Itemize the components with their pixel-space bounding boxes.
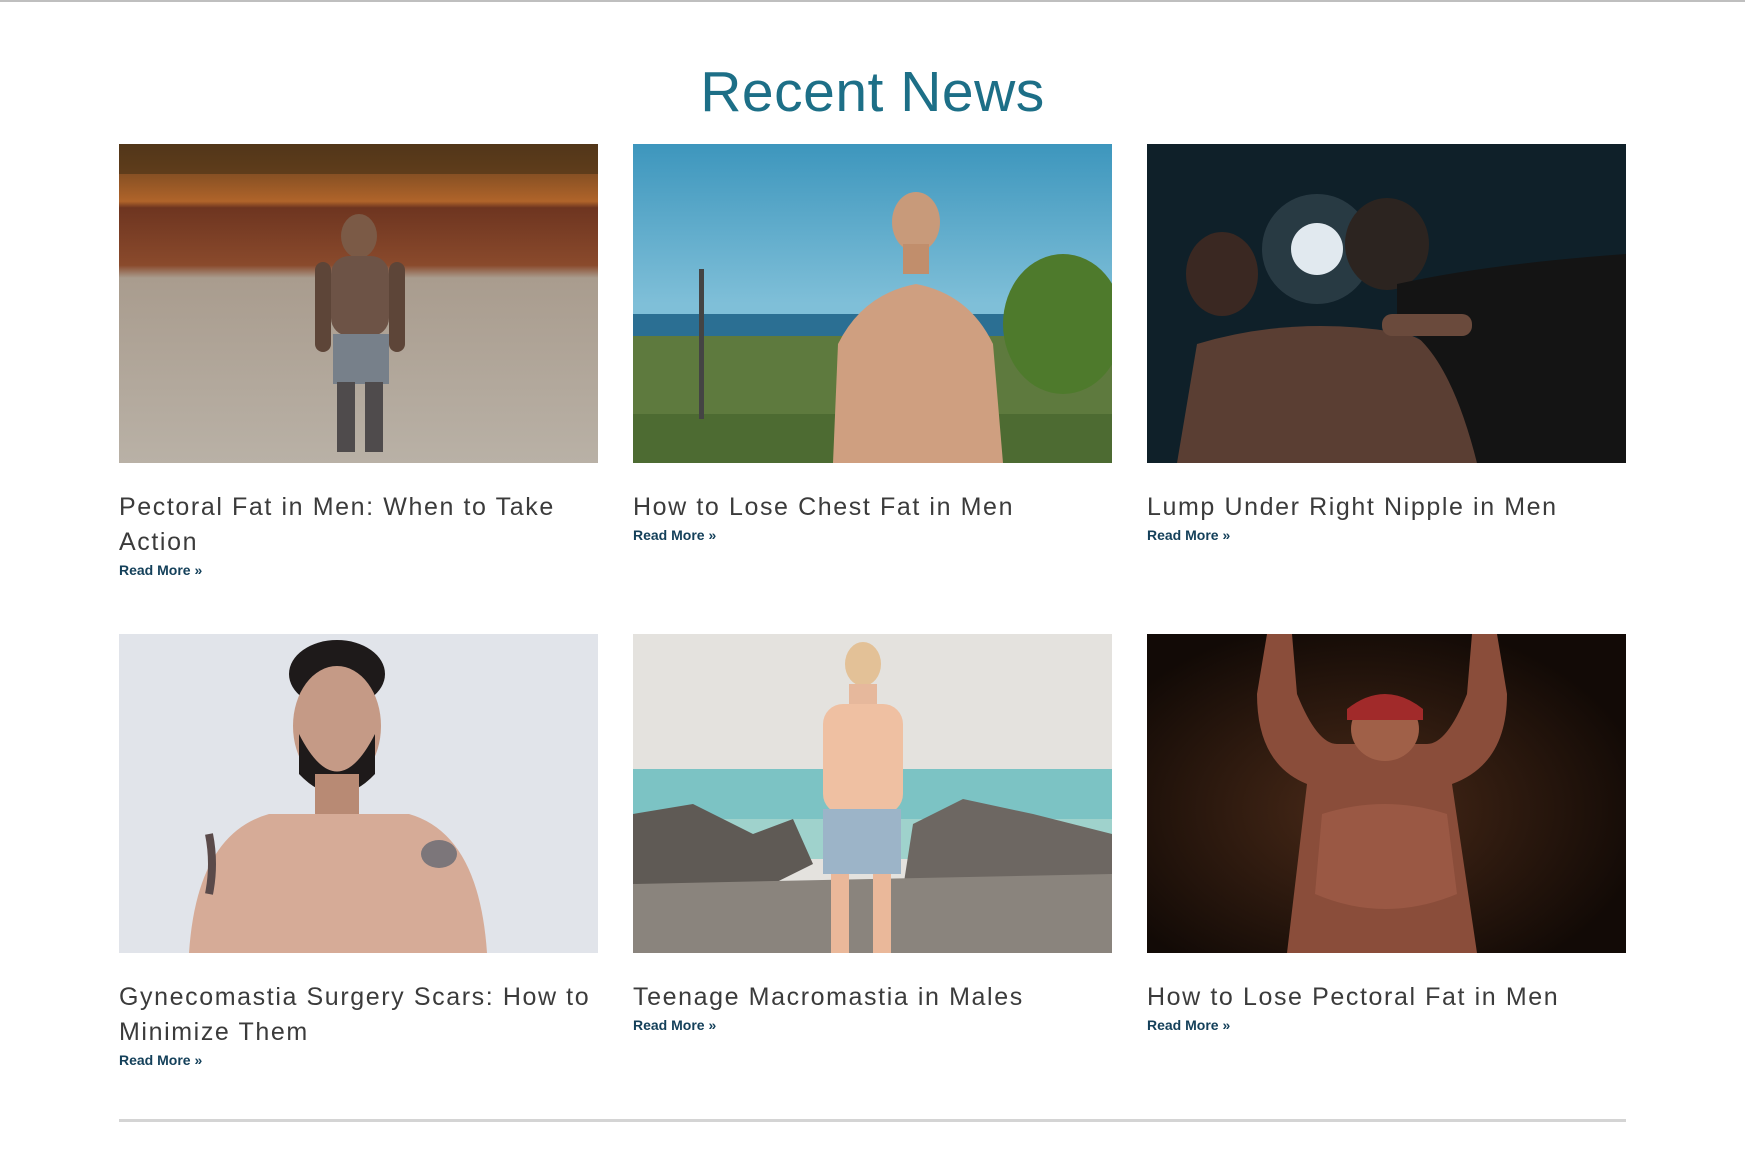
read-more-link[interactable]: Read More » [119,562,202,578]
post-title[interactable]: Pectoral Fat in Men: When to Take Action [119,490,598,560]
photo-young-man-on-rocky-beach [633,634,1112,953]
photo-bearded-man-portrait [119,634,598,953]
post-thumbnail[interactable] [1147,144,1626,463]
read-more-link[interactable]: Read More » [633,1017,716,1033]
post-thumbnail[interactable] [633,634,1112,953]
news-card: How to Lose Pectoral Fat in Men Read Mor… [1147,634,1626,1124]
read-more-link[interactable]: Read More » [119,1052,202,1068]
photo-tattoo-artist-at-work [1147,144,1626,463]
read-more-link[interactable]: Read More » [1147,1017,1230,1033]
post-thumbnail[interactable] [119,144,598,463]
read-more-link[interactable]: Read More » [1147,527,1230,543]
section-title: Recent News [700,60,1045,124]
post-title[interactable]: Lump Under Right Nipple in Men [1147,490,1626,525]
news-card: Pectoral Fat in Men: When to Take Action… [119,144,598,634]
photo-man-by-sea-in-sun [633,144,1112,463]
post-thumbnail[interactable] [633,144,1112,463]
top-divider [0,0,1745,2]
post-thumbnail[interactable] [119,634,598,953]
news-card: Lump Under Right Nipple in Men Read More… [1147,144,1626,634]
news-grid: Pectoral Fat in Men: When to Take Action… [119,144,1626,1124]
news-card: Teenage Macromastia in Males Read More » [633,634,1112,1124]
read-more-link[interactable]: Read More » [633,527,716,543]
news-card: Gynecomastia Surgery Scars: How to Minim… [119,634,598,1124]
news-card: How to Lose Chest Fat in Men Read More » [633,144,1112,634]
post-title[interactable]: Gynecomastia Surgery Scars: How to Minim… [119,980,598,1050]
bottom-divider [119,1119,1626,1122]
post-title[interactable]: How to Lose Pectoral Fat in Men [1147,980,1626,1015]
photo-man-arms-raised-dark [1147,634,1626,953]
post-thumbnail[interactable] [1147,634,1626,953]
post-title[interactable]: How to Lose Chest Fat in Men [633,490,1112,525]
post-title[interactable]: Teenage Macromastia in Males [633,980,1112,1015]
photo-tattooed-man-on-riverbank [119,144,598,463]
